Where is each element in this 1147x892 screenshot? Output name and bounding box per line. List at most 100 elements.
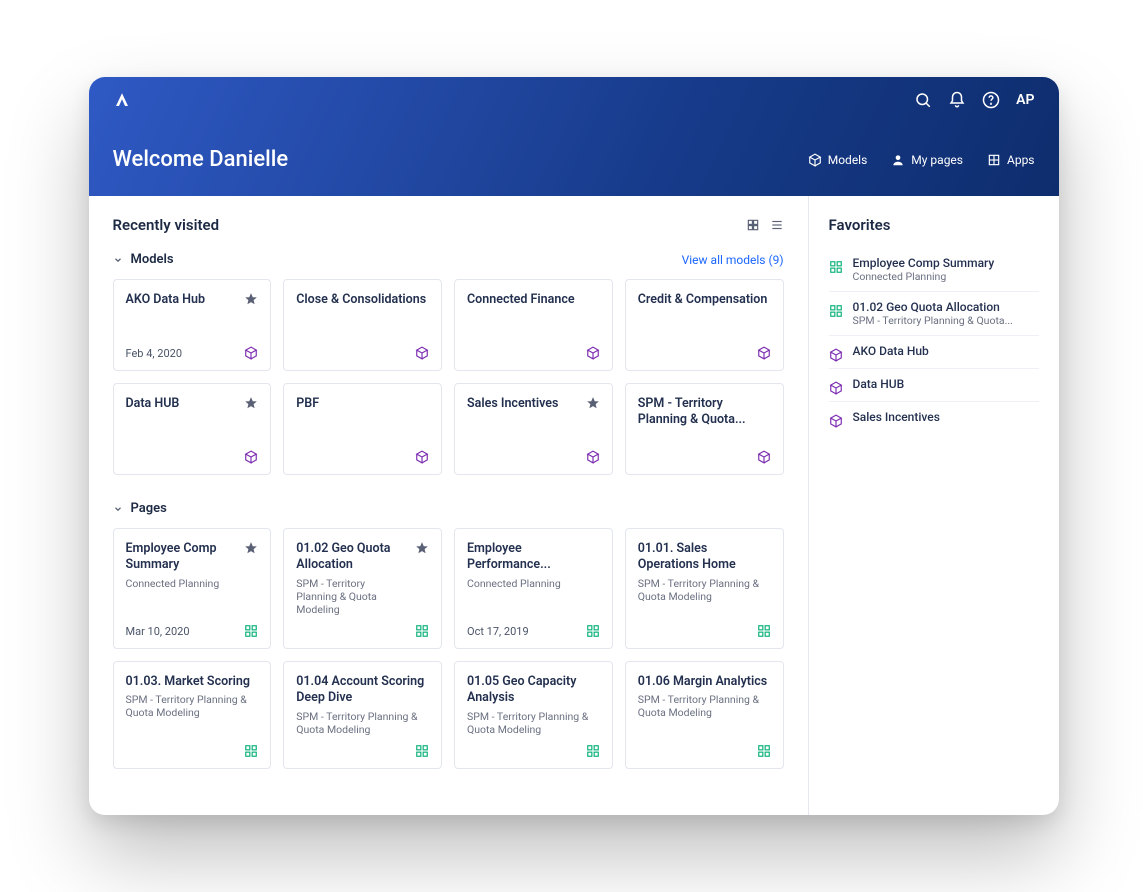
favorite-title: Data HUB — [853, 377, 905, 391]
card-title: PBF — [296, 396, 319, 412]
star-icon[interactable] — [415, 541, 429, 555]
page-card[interactable]: Employee Comp Summary Connected Planning… — [113, 528, 272, 649]
nav-my-pages[interactable]: My pages — [891, 153, 963, 167]
user-icon — [891, 153, 905, 167]
favorite-title: Sales Incentives — [853, 410, 940, 424]
cube-icon — [415, 450, 429, 464]
page-card[interactable]: 01.01. Sales Operations Home SPM - Terri… — [625, 528, 784, 649]
nav-models[interactable]: Models — [808, 153, 868, 167]
grid-view-icon[interactable] — [746, 218, 760, 232]
cube-icon — [829, 348, 843, 362]
view-all-models-link[interactable]: View all models (9) — [682, 253, 784, 267]
nav-apps[interactable]: Apps — [987, 153, 1035, 167]
cube-icon — [244, 346, 258, 360]
card-title: Data HUB — [126, 396, 180, 412]
models-group-label: Models — [131, 252, 174, 267]
dashboard-icon — [829, 304, 843, 318]
favorite-item[interactable]: 01.02 Geo Quota Allocation SPM - Territo… — [829, 292, 1039, 336]
nav-apps-label: Apps — [1007, 153, 1035, 167]
pages-group-toggle[interactable]: Pages — [113, 501, 167, 516]
cube-icon — [415, 346, 429, 360]
card-title: 01.06 Margin Analytics — [638, 674, 771, 690]
favorite-item[interactable]: Sales Incentives — [829, 402, 1039, 434]
page-card[interactable]: 01.04 Account Scoring Deep Dive SPM - Te… — [283, 661, 442, 769]
pages-group-label: Pages — [131, 501, 167, 516]
model-card[interactable]: AKO Data Hub Feb 4, 2020 — [113, 279, 272, 371]
card-title: 01.05 Geo Capacity Analysis — [467, 674, 600, 707]
card-title: 01.01. Sales Operations Home — [638, 541, 771, 574]
main-content: Recently visited Models View all models … — [89, 196, 809, 815]
favorites-panel: Favorites Employee Comp Summary Connecte… — [809, 196, 1059, 815]
model-card[interactable]: SPM - Territory Planning & Quota... — [625, 383, 784, 475]
card-title: 01.02 Geo Quota Allocation — [296, 541, 407, 574]
model-card[interactable]: Sales Incentives — [454, 383, 613, 475]
favorite-subtitle: Connected Planning — [853, 270, 995, 283]
star-icon[interactable] — [586, 396, 600, 410]
models-group-toggle[interactable]: Models — [113, 252, 174, 267]
dashboard-icon — [244, 624, 258, 638]
dashboard-icon — [757, 744, 771, 758]
list-view-icon[interactable] — [770, 218, 784, 232]
card-title: 01.03. Market Scoring — [126, 674, 259, 690]
dashboard-icon — [415, 624, 429, 638]
topbar: AP — [113, 91, 1035, 109]
card-title: Close & Consolidations — [296, 292, 426, 308]
dashboard-icon — [586, 624, 600, 638]
header-nav: Models My pages Apps — [808, 153, 1035, 167]
star-icon[interactable] — [244, 396, 258, 410]
welcome-heading: Welcome Danielle — [113, 147, 289, 172]
dashboard-icon — [757, 624, 771, 638]
favorite-title: 01.02 Geo Quota Allocation — [853, 300, 1013, 314]
dashboard-icon — [415, 744, 429, 758]
chevron-down-icon — [113, 255, 123, 265]
cube-icon — [808, 153, 822, 167]
search-icon[interactable] — [914, 91, 932, 109]
app-frame: AP Welcome Danielle Models My pages Apps — [89, 77, 1059, 815]
model-card[interactable]: Credit & Compensation — [625, 279, 784, 371]
card-subtitle: SPM - Territory Planning & Quota Modelin… — [126, 693, 259, 719]
dashboard-icon — [829, 260, 843, 274]
page-card[interactable]: Employee Performance... Connected Planni… — [454, 528, 613, 649]
pages-grid: Employee Comp Summary Connected Planning… — [113, 528, 784, 769]
card-subtitle: SPM - Territory Planning & Quota Modelin… — [296, 577, 407, 616]
header: AP Welcome Danielle Models My pages Apps — [89, 77, 1059, 196]
page-card[interactable]: 01.02 Geo Quota Allocation SPM - Territo… — [283, 528, 442, 649]
card-date: Oct 17, 2019 — [467, 625, 529, 638]
card-title: Employee Performance... — [467, 541, 600, 574]
cube-icon — [586, 450, 600, 464]
model-card[interactable]: Connected Finance — [454, 279, 613, 371]
apps-icon — [987, 153, 1001, 167]
card-subtitle: Connected Planning — [467, 577, 600, 590]
nav-models-label: Models — [828, 153, 868, 167]
card-subtitle: SPM - Territory Planning & Quota Modelin… — [296, 710, 429, 736]
logo-icon — [113, 91, 131, 109]
favorite-item[interactable]: Employee Comp Summary Connected Planning — [829, 248, 1039, 292]
dashboard-icon — [586, 744, 600, 758]
favorite-item[interactable]: Data HUB — [829, 369, 1039, 402]
cube-icon — [586, 346, 600, 360]
avatar[interactable]: AP — [1016, 92, 1034, 108]
card-title: Credit & Compensation — [638, 292, 768, 308]
card-title: 01.04 Account Scoring Deep Dive — [296, 674, 429, 707]
page-card[interactable]: 01.03. Market Scoring SPM - Territory Pl… — [113, 661, 272, 769]
page-card[interactable]: 01.05 Geo Capacity Analysis SPM - Territ… — [454, 661, 613, 769]
favorite-title: Employee Comp Summary — [853, 256, 995, 270]
card-subtitle: SPM - Territory Planning & Quota Modelin… — [638, 577, 771, 603]
nav-mypages-label: My pages — [911, 153, 963, 167]
card-date: Feb 4, 2020 — [126, 347, 183, 360]
model-card[interactable]: PBF — [283, 383, 442, 475]
chevron-down-icon — [113, 504, 123, 514]
card-title: AKO Data Hub — [126, 292, 206, 308]
star-icon[interactable] — [244, 541, 258, 555]
star-icon[interactable] — [244, 292, 258, 306]
favorites-heading: Favorites — [829, 216, 1039, 234]
notifications-icon[interactable] — [948, 91, 966, 109]
models-grid: AKO Data Hub Feb 4, 2020 Close & Consoli… — [113, 279, 784, 475]
cube-icon — [829, 381, 843, 395]
model-card[interactable]: Data HUB — [113, 383, 272, 475]
page-card[interactable]: 01.06 Margin Analytics SPM - Territory P… — [625, 661, 784, 769]
help-icon[interactable] — [982, 91, 1000, 109]
favorite-item[interactable]: AKO Data Hub — [829, 336, 1039, 369]
cube-icon — [757, 450, 771, 464]
model-card[interactable]: Close & Consolidations — [283, 279, 442, 371]
